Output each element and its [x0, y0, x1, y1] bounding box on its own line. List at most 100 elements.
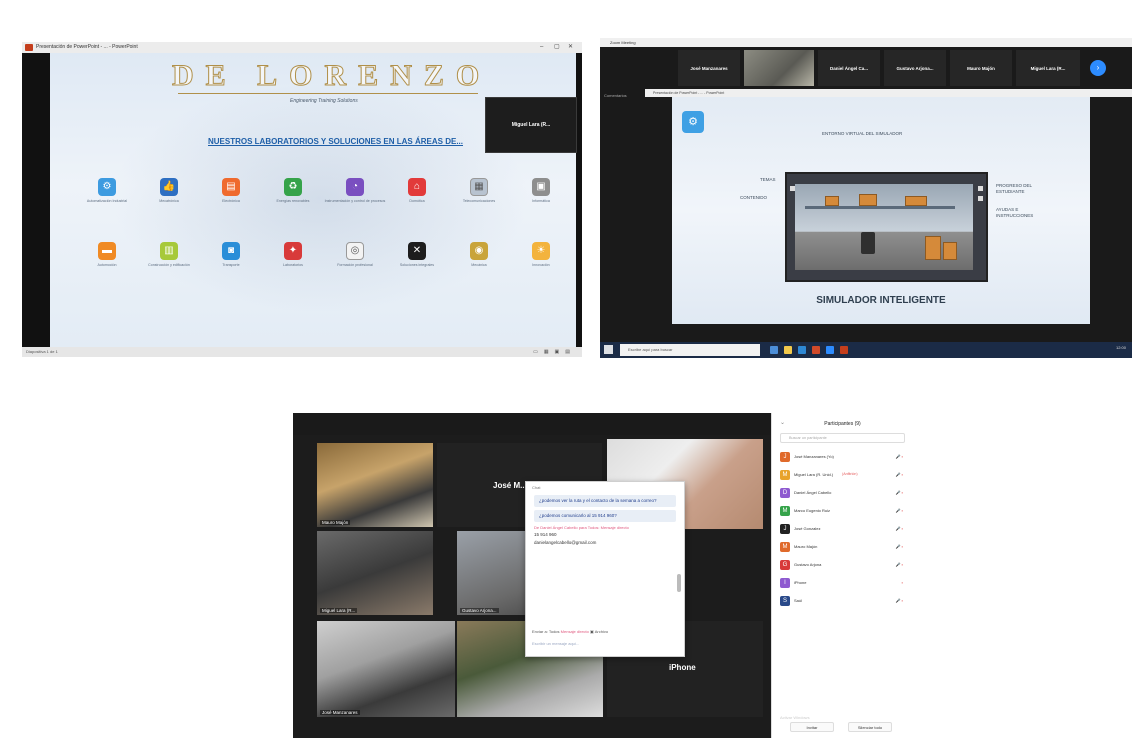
participant-camera-video[interactable]	[744, 50, 814, 86]
area-icon-caption: Electrónica	[222, 199, 240, 203]
area-icon-cell[interactable]: ▬ Automoción	[76, 242, 138, 268]
chat-scrollbar[interactable]	[677, 574, 681, 592]
maximize-icon[interactable]: ▢	[554, 42, 560, 53]
area-icon-cell[interactable]: ✕ Soluciones integrales	[386, 242, 448, 268]
participant-tile[interactable]: José Manzanares	[678, 50, 740, 86]
video-tile[interactable]: Miguel Lara (R...	[317, 531, 433, 615]
video-tile[interactable]: Mauro Majón	[317, 443, 433, 527]
warehouse-box	[905, 196, 927, 206]
video-name-label: Mauro Majón	[320, 520, 351, 525]
warehouse-shelf	[805, 206, 955, 209]
more-participants-icon[interactable]: ›	[1090, 60, 1106, 76]
participant-row[interactable]: IiPhone ▪	[778, 575, 907, 593]
slide-header: ENTORNO VIRTUAL DEL SIMULADOR	[822, 131, 903, 136]
participant-tile[interactable]: Miguel Lara (R...	[1016, 50, 1080, 86]
area-icon-cell[interactable]: ☀ Innovación	[510, 242, 572, 268]
participant-name: Miguel Lara (R. Unid.)	[794, 472, 834, 477]
gear-tile-icon: ◉	[470, 242, 488, 260]
taskbar-office-icon[interactable]	[812, 346, 820, 354]
area-icon-cell[interactable]: ⚙ Automatización Industrial	[76, 178, 138, 204]
right-label-progress: PROGRESO DEL ESTUDIANTE	[996, 183, 1032, 194]
area-icon-caption: Laboratorios	[283, 263, 303, 267]
mic-video-icon[interactable]: 🎤 ▪	[895, 526, 903, 531]
mic-video-icon[interactable]: 🎤 ▪	[895, 454, 903, 459]
area-icon-caption: Telecomunicaciones	[462, 199, 496, 203]
participant-row[interactable]: G Gustavo Arjona 🎤 ▪	[778, 557, 907, 575]
screen-icon: ▣	[532, 178, 550, 196]
chat-input[interactable]: Escribir un mensaje aquí...	[532, 641, 579, 646]
simulator-viewport[interactable]	[785, 172, 988, 282]
participant-avatar: S	[780, 596, 790, 606]
participant-avatar: J	[780, 524, 790, 534]
mic-video-icon[interactable]: 🎤 ▪	[895, 598, 903, 603]
area-icon-cell[interactable]: ⌂ Domótica	[386, 178, 448, 204]
participant-row[interactable]: M Mauro Majón 🎤 ▪	[778, 539, 907, 557]
area-icon-cell[interactable]: ▤ Electrónica	[200, 178, 262, 204]
area-icon-caption: Mecatrónica	[159, 199, 179, 203]
powerpoint-window: Presentación de PowerPoint - ... - Power…	[22, 42, 582, 357]
participant-avatar: D	[780, 488, 790, 498]
area-icon-cell[interactable]: ▣ Informática	[510, 178, 572, 204]
sim-control-icon[interactable]	[978, 186, 983, 191]
sim-control-icon[interactable]	[790, 186, 795, 191]
participant-row[interactable]: M Miguel Lara (R. Unid.) (Anfitrión) 🎤 ▪	[778, 467, 907, 485]
taskbar-search[interactable]: Escribe aquí para buscar	[620, 344, 760, 356]
mic-video-icon[interactable]: 🎤 ▪	[895, 472, 903, 477]
slide-footer-title: SIMULADOR INTELIGENTE	[816, 295, 946, 306]
taskbar-zoom-icon[interactable]	[826, 346, 834, 354]
participant-row[interactable]: M Marco Eugenio Ruiz 🎤 ▪	[778, 503, 907, 521]
participant-tile[interactable]: Mauro Majón	[950, 50, 1012, 86]
chat-sender-line: De Daniel Ángel Cabello para Todos: Mens…	[534, 525, 629, 530]
mic-video-icon[interactable]: 🎤 ▪	[895, 508, 903, 513]
participant-search-input[interactable]: Buscar un participante	[780, 433, 905, 443]
windows-start-icon[interactable]	[604, 345, 613, 354]
area-icon-caption: Automoción	[97, 263, 117, 267]
area-icon-cell[interactable]: ♻ Energías renovables	[262, 178, 324, 204]
chat-message: ¿podemos comunicarlo al 15 914 960?	[534, 510, 676, 522]
ppt-titlebar: Presentación de PowerPoint - ... - Power…	[22, 42, 582, 53]
building-icon: ▥	[160, 242, 178, 260]
file-icon[interactable]: ▣	[590, 629, 594, 634]
minimize-icon[interactable]: –	[540, 42, 543, 53]
taskbar-app-icon[interactable]	[770, 346, 778, 354]
area-icon-cell[interactable]: ✦ Laboratorios	[262, 242, 324, 268]
area-icon-cell[interactable]: 👍 Mecatrónica	[138, 178, 200, 204]
participant-tile[interactable]: Gustavo Arjona...	[884, 50, 946, 86]
area-icon-cell[interactable]: ◎ Formación profesional	[324, 242, 386, 268]
mute-all-button[interactable]: Silenciar todo	[848, 722, 892, 732]
area-icon-cell[interactable]: ◔ Instrumentación y control de procesos	[324, 178, 386, 204]
chevron-down-icon[interactable]: ⌄	[780, 419, 785, 426]
chat-file-button[interactable]: Archivo	[595, 629, 608, 634]
sim-control-icon[interactable]	[978, 196, 983, 201]
area-icon-cell[interactable]: ▦ Telecomunicaciones	[448, 178, 510, 204]
area-icon-cell[interactable]: ◉ Mecánica	[448, 242, 510, 268]
warehouse-box	[925, 236, 941, 260]
mic-video-icon[interactable]: 🎤 ▪	[895, 490, 903, 495]
participant-row[interactable]: J José Gonzalez 🎤 ▪	[778, 521, 907, 539]
area-icon-cell[interactable]: ▥ Construcción y edificación	[138, 242, 200, 268]
participant-tile[interactable]: Daniel Ángel Ca...	[818, 50, 880, 86]
participant-row[interactable]: J José Manzanares (Yo) 🎤 ▪	[778, 449, 907, 467]
participant-row[interactable]: D Daniel Ángel Cabello 🎤 ▪	[778, 485, 907, 503]
taskbar-folder-icon[interactable]	[784, 346, 792, 354]
close-icon[interactable]: ✕	[568, 42, 573, 53]
taskbar-powerpoint-icon[interactable]	[840, 346, 848, 354]
chat-to-select[interactable]: Todos	[549, 629, 560, 634]
participant-row[interactable]: S Saúl 🎤 ▪	[778, 593, 907, 611]
mic-video-icon[interactable]: 🎤 ▪	[895, 562, 903, 567]
view-controls[interactable]: ▭▦▣▤	[533, 347, 576, 357]
participants-title: Participantes (9)	[824, 421, 861, 427]
video-tile[interactable]: José Manzanares	[317, 621, 455, 717]
mic-video-icon[interactable]: ▪	[902, 580, 903, 585]
presenter-sidebar: Comentarios	[600, 89, 645, 342]
mic-video-icon[interactable]: 🎤 ▪	[895, 544, 903, 549]
slide-counter: Diapositiva 1 de 1	[26, 349, 58, 354]
slide-heading-link[interactable]: NUESTROS LABORATORIOS Y SOLUCIONES EN LA…	[208, 137, 478, 147]
area-icon-cell[interactable]: ◙ Transporte	[200, 242, 262, 268]
ppt-statusbar: Diapositiva 1 de 1 ▭▦▣▤	[22, 347, 582, 357]
speaker-video-tile[interactable]: Miguel Lara (R...	[485, 97, 577, 153]
invite-button[interactable]: Invitar	[790, 722, 834, 732]
gears-icon: ⚙	[98, 178, 116, 196]
taskbar-mail-icon[interactable]	[798, 346, 806, 354]
area-icon-caption: Innovación	[532, 263, 550, 267]
